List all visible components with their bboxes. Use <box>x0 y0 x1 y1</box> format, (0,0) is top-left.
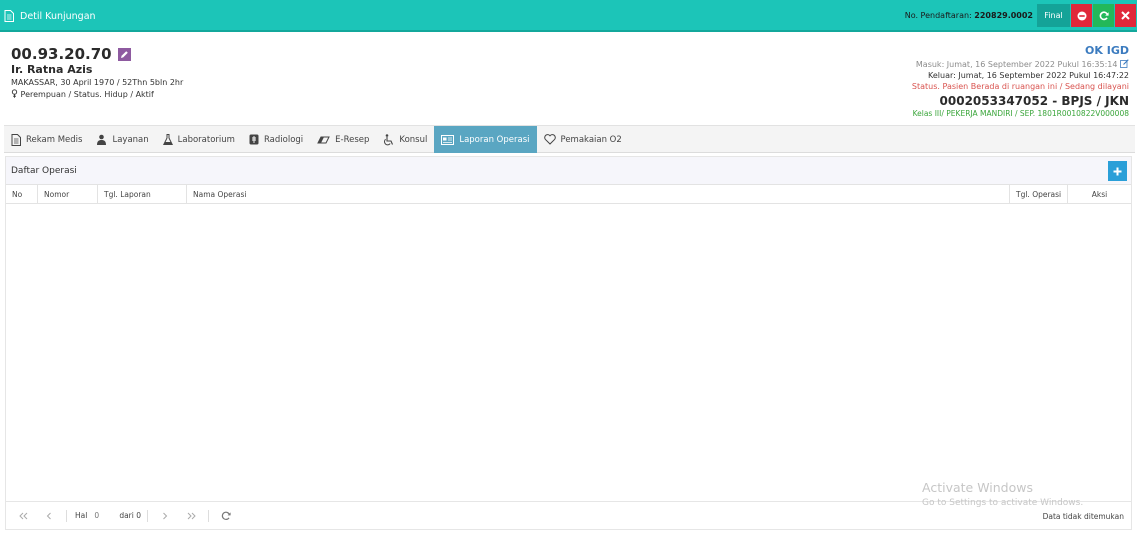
activate-windows-watermark: Activate Windows Go to Settings to activ… <box>922 480 1083 508</box>
tab-label: E-Resep <box>335 134 370 145</box>
edit-patient-button[interactable] <box>117 47 131 61</box>
window-title-text: Detil Kunjungan <box>20 10 96 22</box>
watermark-title: Activate Windows <box>922 480 1033 495</box>
visit-info: OK IGD Masuk: Jumat, 16 September 2022 P… <box>912 44 1129 118</box>
registration-number: No. Pendaftaran: 220829.0002 <box>905 11 1033 20</box>
flask-icon <box>162 134 173 145</box>
column-header-nomor[interactable]: Nomor <box>38 185 98 203</box>
column-header-no[interactable]: No <box>6 185 38 203</box>
close-icon <box>1121 11 1130 20</box>
registration-value: 220829.0002 <box>974 11 1033 20</box>
column-header-tgl-operasi[interactable]: Tgl. Operasi <box>1010 185 1068 203</box>
admission-time: Masuk: Jumat, 16 September 2022 Pukul 16… <box>912 59 1129 69</box>
tab-e-resep[interactable]: E-Resep <box>310 126 376 153</box>
last-page-button[interactable] <box>178 512 204 520</box>
patient-status: Status. Pasien Berada di ruangan ini / S… <box>911 82 1129 91</box>
plus-icon <box>1113 167 1122 175</box>
document-icon <box>11 133 21 146</box>
table-body <box>6 204 1131 499</box>
tab-label: Laboratorium <box>177 134 235 145</box>
chevron-right-icon <box>163 512 168 519</box>
refresh-icon <box>221 511 231 520</box>
reload-button[interactable] <box>213 511 239 521</box>
tab-laboratorium[interactable]: Laboratorium <box>156 126 242 153</box>
tab-label: Rekam Medis <box>26 134 83 145</box>
refresh-button[interactable] <box>1093 4 1114 27</box>
patient-birth: MAKASSAR, 30 April 1970 / 52Thn 5bln 2hr <box>11 78 184 87</box>
tab-label: Laporan Operasi <box>459 134 530 145</box>
divider <box>66 509 67 522</box>
minus-circle-icon <box>1077 11 1086 20</box>
tab-radiologi[interactable]: Radiologi <box>242 126 310 153</box>
page-label: Hal <box>75 511 88 520</box>
window-title: Detil Kunjungan <box>4 10 96 22</box>
divider <box>208 509 210 522</box>
patient-gender-status: Perempuan / Status. Hidup / Aktif <box>11 89 183 99</box>
tab-laporan-operasi[interactable]: Laporan Operasi <box>434 126 537 153</box>
close-button[interactable] <box>1115 4 1136 27</box>
heart-icon <box>543 134 556 145</box>
patient-name: Ir. Ratna Azis <box>11 63 93 76</box>
gender-status-text: Perempuan / Status. Hidup / Aktif <box>20 90 154 99</box>
tab-label: Konsul <box>399 134 428 145</box>
table-header: No Nomor Tgl. Laporan Nama Operasi Tgl. … <box>6 184 1131 204</box>
tab-label: Layanan <box>112 134 149 145</box>
doctor-icon <box>97 134 107 145</box>
tab-konsul[interactable]: Konsul <box>376 126 434 153</box>
operation-list-panel: Daftar Operasi No Nomor Tgl. Laporan Nam… <box>5 156 1132 530</box>
column-header-aksi: Aksi <box>1091 189 1108 199</box>
chevron-left-icon <box>46 512 51 519</box>
divider <box>147 509 149 522</box>
tab-label: Pemakaian O2 <box>560 134 622 145</box>
cancel-button[interactable] <box>1071 4 1092 27</box>
empty-data-message: Data tidak ditemukan <box>1042 512 1124 521</box>
previous-page-button[interactable] <box>36 512 62 520</box>
medical-record-value: 00.93.20.70 <box>11 45 112 63</box>
refresh-icon <box>1099 10 1109 20</box>
discharge-time: Keluar: Jumat, 16 September 2022 Pukul 1… <box>928 71 1129 80</box>
panel-header: Daftar Operasi <box>6 157 1131 184</box>
xray-icon <box>249 134 259 145</box>
tab-layanan[interactable]: Layanan <box>89 126 155 153</box>
medical-record-number: 00.93.20.70 <box>11 45 183 63</box>
page-count-label: dari 0 <box>119 511 142 520</box>
insurance-class: Kelas III/ PEKERJA MANDIRI / SEP. 1801R0… <box>912 109 1129 118</box>
watermark-subtitle: Go to Settings to activate Windows. <box>922 498 1084 508</box>
report-icon <box>441 134 455 145</box>
edit-icon[interactable] <box>1120 59 1129 68</box>
double-chevron-right-icon <box>187 512 196 519</box>
tab-bar: Rekam Medis Layanan Laboratorium Radiolo… <box>4 125 1135 153</box>
insurance-number: 0002053347052 - BPJS / JKN <box>939 94 1129 108</box>
first-page-button[interactable] <box>10 512 36 520</box>
wheelchair-icon <box>384 133 394 145</box>
tab-label: Radiologi <box>263 134 304 145</box>
tab-pemakaian-o2[interactable]: Pemakaian O2 <box>537 126 629 153</box>
tab-rekam-medis[interactable]: Rekam Medis <box>4 126 89 153</box>
final-button[interactable]: Final <box>1037 4 1070 27</box>
panel-title: Daftar Operasi <box>11 165 77 176</box>
patient-info: 00.93.20.70 Ir. Ratna Azis MAKASSAR, 30 … <box>11 45 183 99</box>
add-operation-button[interactable] <box>1108 161 1127 181</box>
page-number-input[interactable] <box>91 508 116 523</box>
admission-text: Masuk: Jumat, 16 September 2022 Pukul 16… <box>915 60 1118 69</box>
unit-name: OK IGD <box>1085 44 1129 57</box>
column-header-nama-operasi[interactable]: Nama Operasi <box>187 185 1010 203</box>
registration-label: No. Pendaftaran: <box>904 11 972 20</box>
column-header-tgl-laporan[interactable]: Tgl. Laporan <box>98 185 187 203</box>
title-bar: Detil Kunjungan No. Pendaftaran: 220829.… <box>0 0 1137 32</box>
pencil-icon <box>120 50 128 58</box>
female-icon <box>11 89 18 98</box>
pill-icon <box>317 136 330 143</box>
double-chevron-left-icon <box>18 512 27 519</box>
document-icon <box>4 10 14 22</box>
next-page-button[interactable] <box>152 512 178 520</box>
